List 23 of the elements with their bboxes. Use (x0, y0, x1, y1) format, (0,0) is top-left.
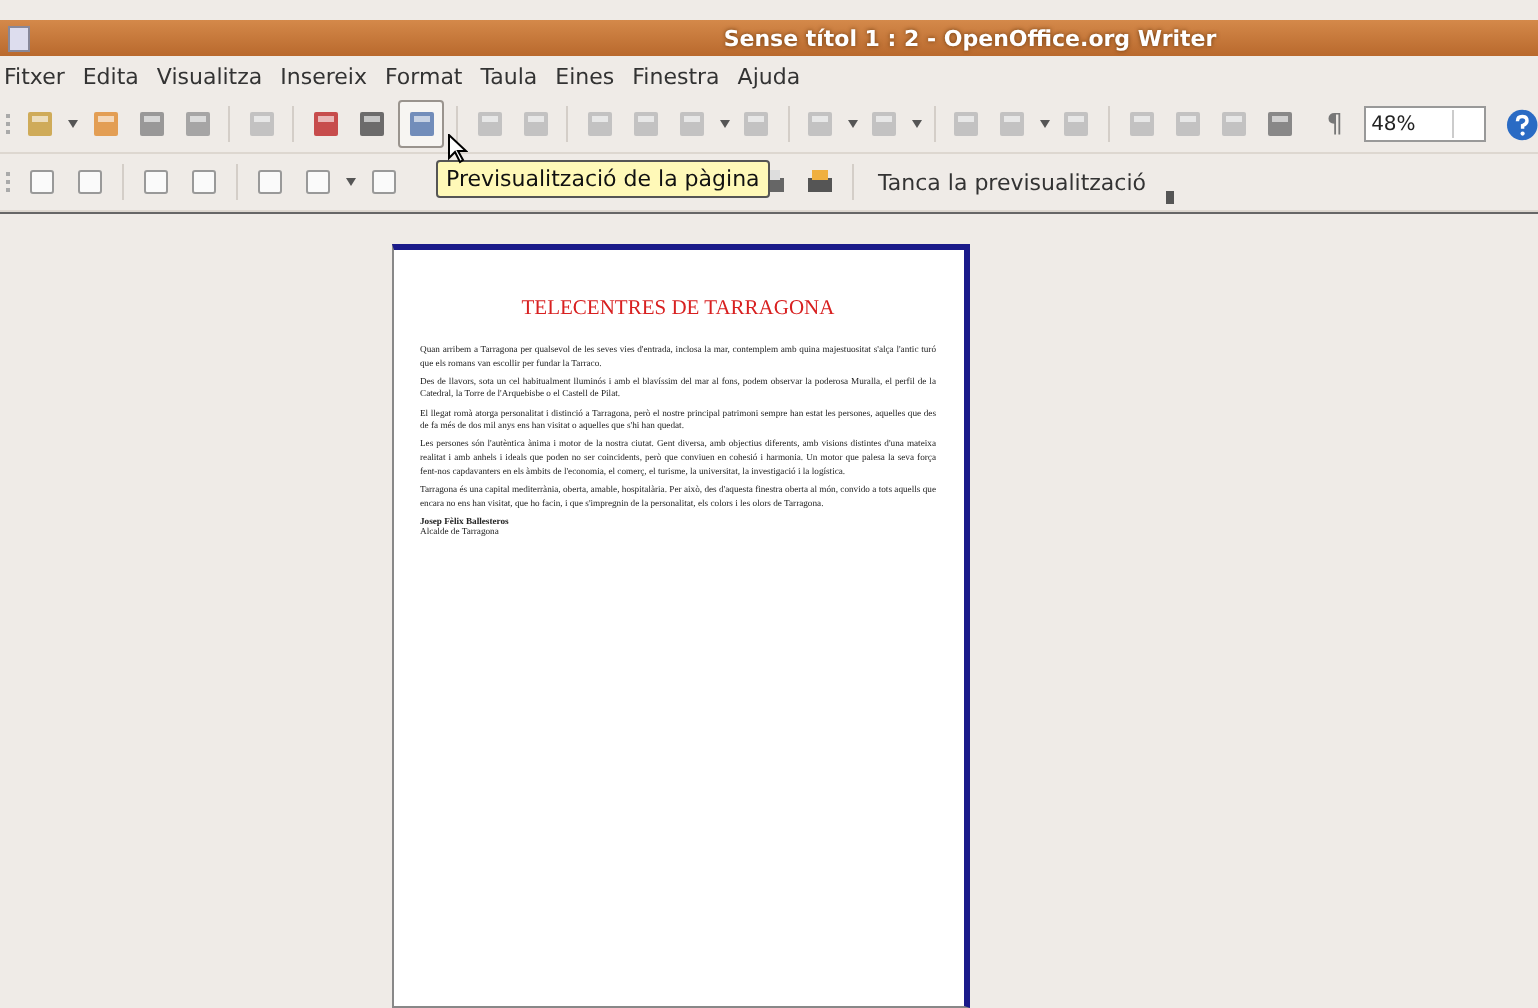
mouse-pointer-icon (448, 134, 468, 164)
dropdown-arrow-icon[interactable] (346, 178, 356, 186)
close-preview-button[interactable]: Tanca la previsualització (866, 169, 1159, 195)
dropdown-arrow-icon[interactable] (847, 120, 858, 128)
menu-item[interactable]: Finestra (632, 63, 720, 89)
menu-item[interactable]: Ajuda (737, 63, 801, 89)
dropdown-arrow-icon[interactable] (1039, 120, 1050, 128)
menu-item[interactable]: Insereix (280, 63, 367, 89)
menu-item[interactable]: Visualitza (156, 63, 263, 89)
menu-item[interactable]: Format (384, 63, 463, 89)
help-icon[interactable] (1505, 107, 1538, 141)
formatting-marks-button[interactable]: ¶ (1326, 109, 1344, 139)
dropdown-arrow-icon[interactable] (719, 120, 730, 128)
tooltip: Previsualització de la pàgina (436, 160, 770, 198)
dropdown-arrow-icon[interactable] (911, 120, 922, 128)
zoom-field[interactable]: 48% (1363, 106, 1486, 142)
dropdown-arrow-icon[interactable] (67, 120, 78, 128)
menu-item[interactable]: Edita (82, 63, 139, 89)
menu-item[interactable]: Fitxer (4, 63, 65, 89)
document-title: TELECENTRES DE TARRAGONA (519, 298, 837, 320)
menu-item[interactable]: Eines (555, 63, 615, 89)
window-title: Sense títol 1 : 2 - OpenOffice.org Writer (721, 25, 1219, 51)
menu-item[interactable]: Taula (480, 63, 538, 89)
